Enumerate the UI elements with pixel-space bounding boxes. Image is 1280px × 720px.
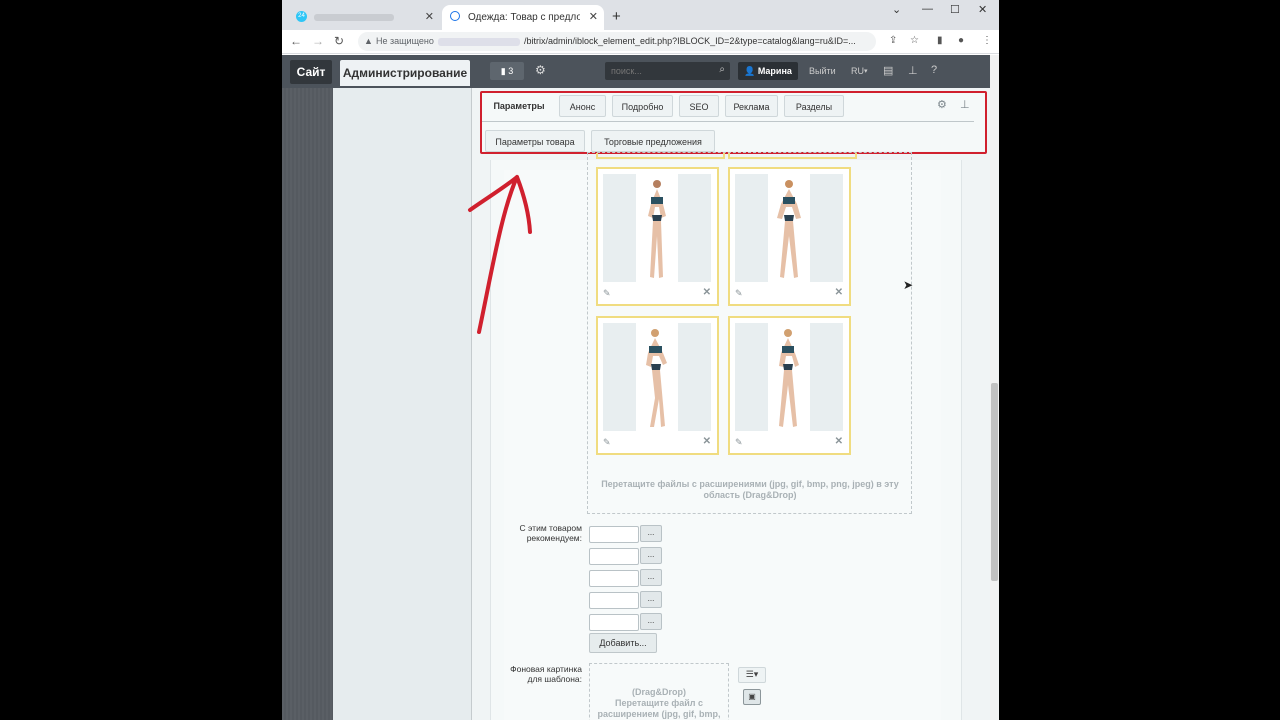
image-card[interactable]: ✎ ✕ (596, 316, 719, 455)
delete-icon[interactable]: ✕ (703, 287, 711, 298)
add-button[interactable]: Добавить... (589, 633, 657, 653)
close-window-icon[interactable]: ✕ (978, 3, 987, 16)
notifications-button[interactable]: ▮ 3 (490, 62, 524, 80)
admin-menu-tree-panel (333, 88, 472, 720)
forward-icon[interactable]: → (312, 34, 324, 48)
reload-icon[interactable]: ↻ (334, 34, 344, 48)
chevron-down-icon[interactable]: ⌄ (892, 3, 901, 16)
admin-search[interactable]: ⌕ (605, 62, 730, 80)
delete-icon[interactable]: ✕ (703, 436, 711, 447)
image-card[interactable]: ✎ ✕ (728, 167, 851, 306)
warning-icon[interactable]: ▲ (364, 36, 373, 46)
annotation-arrow (468, 175, 532, 334)
model-photo (735, 174, 843, 282)
url-field[interactable]: ▲ Не защищено /bitrix/admin/iblock_eleme… (358, 32, 876, 51)
url-host-blurred (438, 38, 520, 46)
security-label[interactable]: Не защищено (376, 36, 434, 46)
site-tab-button[interactable]: Сайт (290, 60, 332, 84)
close-tab-icon[interactable]: ✕ (589, 10, 598, 23)
image-card[interactable]: ✎ ✕ (728, 316, 851, 455)
tab-title: Одежда: Товар с предложения (468, 12, 580, 23)
admin-tab-button[interactable]: Администрирование (340, 60, 470, 86)
user-icon: 👤 (744, 66, 756, 76)
sidepanel-icon[interactable]: ▮ (937, 35, 943, 46)
edit-pencil-icon[interactable]: ✎ (735, 437, 743, 448)
recommend-picker-button[interactable]: ... (640, 613, 662, 630)
recommend-picker-button[interactable]: ... (640, 569, 662, 586)
menu-lines-icon[interactable]: ☰▾ (738, 667, 766, 683)
highlight-annotation-box (480, 91, 987, 154)
back-icon[interactable]: ← (290, 34, 302, 48)
image-card-partial (728, 153, 857, 159)
recommend-picker-button[interactable]: ... (640, 525, 662, 542)
edit-pencil-icon[interactable]: ✎ (603, 437, 611, 448)
logout-link[interactable]: Выйти (809, 66, 836, 76)
maximize-icon[interactable]: ☐ (950, 3, 960, 16)
notification-icon: ▮ (500, 66, 506, 76)
search-icon[interactable]: ⌕ (719, 64, 725, 75)
browser-tab-2[interactable]: Одежда: Товар с предложения ✕ (442, 5, 604, 30)
model-photo (603, 174, 711, 282)
close-tab-icon[interactable]: ✕ (425, 10, 434, 23)
page-scrollbar[interactable] (990, 55, 999, 720)
notification-count: 3 (508, 66, 514, 76)
gear-icon[interactable]: ⚙ (535, 63, 546, 77)
pin-icon[interactable]: ⊥ (908, 64, 918, 77)
delete-icon[interactable]: ✕ (835, 287, 843, 298)
globe-icon (450, 11, 460, 21)
minimize-icon[interactable]: — (922, 3, 933, 15)
mouse-cursor-icon: ➤ (903, 278, 914, 292)
admin-menu-icons-panel (282, 88, 333, 720)
scrollbar-thumb[interactable] (991, 383, 998, 581)
bitrix24-favicon-icon: 24 (296, 11, 307, 22)
recommend-input[interactable] (589, 526, 639, 543)
image-icon[interactable]: ▣ (743, 689, 761, 705)
model-photo (735, 323, 843, 431)
bg-drop-text: Перетащите файл с расширением (jpg, gif,… (597, 698, 721, 719)
profile-icon[interactable]: ● (958, 35, 964, 46)
chevron-down-icon[interactable]: ▾ (864, 67, 868, 75)
tab-title-blurred (314, 14, 394, 21)
recommend-input[interactable] (589, 570, 639, 587)
bg-image-label: Фоновая картинка для шаблона: (510, 664, 582, 684)
help-icon[interactable]: ? (931, 64, 937, 76)
new-tab-button[interactable]: + (612, 8, 621, 25)
user-name: Марина (757, 66, 792, 76)
image-card[interactable]: ✎ ✕ (596, 167, 719, 306)
recommend-label: С этим товаром рекомендуем: (519, 523, 582, 543)
recommend-input[interactable] (589, 548, 639, 565)
menu-kebab-icon[interactable]: ⋮ (982, 35, 992, 46)
bg-image-drop-hint: (Drag&Drop) Перетащите файл с расширение… (589, 687, 729, 720)
edit-pencil-icon[interactable]: ✎ (603, 288, 611, 299)
browser-window: 24 ✕ Одежда: Товар с предложения ✕ + ⌄ —… (282, 0, 999, 720)
language-select[interactable]: RU (851, 66, 864, 76)
model-photo (603, 323, 711, 431)
recommend-input[interactable] (589, 592, 639, 609)
address-bar: ← → ↻ ▲ Не защищено /bitrix/admin/iblock… (282, 30, 999, 54)
share-icon[interactable]: ⇪ (889, 35, 897, 46)
search-input[interactable] (609, 63, 713, 79)
bg-drop-title: (Drag&Drop) (632, 687, 686, 697)
tab-strip: 24 ✕ Одежда: Товар с предложения ✕ + ⌄ —… (282, 0, 999, 30)
recommend-picker-button[interactable]: ... (640, 547, 662, 564)
image-card-partial (596, 153, 725, 159)
url-text: /bitrix/admin/iblock_element_edit.php?IB… (524, 36, 856, 46)
recommend-input[interactable] (589, 614, 639, 631)
delete-icon[interactable]: ✕ (835, 436, 843, 447)
layout-icon[interactable]: ▤ (883, 64, 893, 77)
recommend-picker-button[interactable]: ... (640, 591, 662, 608)
bookmark-star-icon[interactable]: ☆ (910, 35, 919, 46)
user-button[interactable]: 👤 Марина (738, 62, 798, 80)
browser-tab-1[interactable]: 24 ✕ (288, 5, 440, 30)
gallery-drop-hint: Перетащите файлы с расширениями (jpg, gi… (601, 479, 899, 500)
edit-pencil-icon[interactable]: ✎ (735, 288, 743, 299)
admin-header: Сайт Администрирование ▮ 3 ⚙ ⌕ 👤 Марина … (282, 55, 990, 88)
